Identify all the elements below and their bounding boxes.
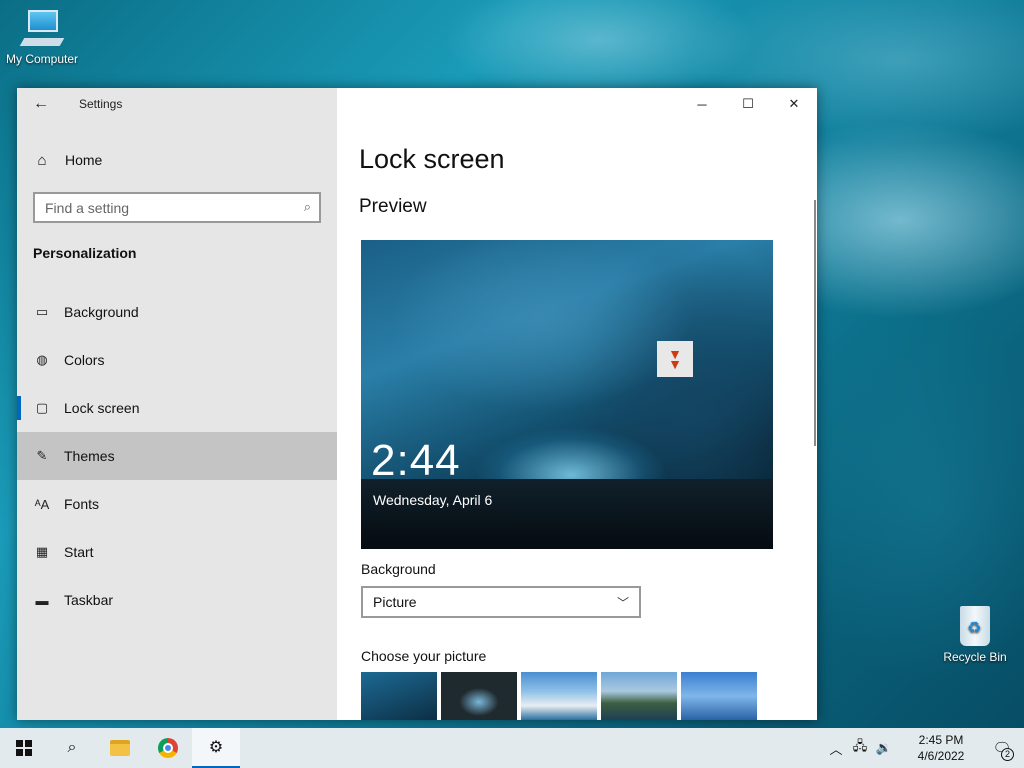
clock-time: 2:45 PM bbox=[918, 733, 964, 747]
minimize-button[interactable]: ─ bbox=[679, 88, 725, 120]
preview-date: Wednesday, April 6 bbox=[373, 492, 493, 508]
volume-icon[interactable]: 🔉 bbox=[872, 740, 896, 756]
notification-badge: 2 bbox=[1001, 748, 1014, 761]
nav-item-lock-screen[interactable]: ▢ Lock screen bbox=[17, 384, 337, 432]
search-box[interactable]: ⌕ bbox=[33, 192, 321, 223]
image-icon: ▭ bbox=[35, 304, 49, 319]
preview-heading: Preview bbox=[359, 196, 427, 217]
desktop-icon-label: My Computer bbox=[5, 52, 79, 66]
desktop-icon-my-computer[interactable]: My Computer bbox=[0, 8, 84, 66]
nav-item-label: Background bbox=[64, 304, 139, 320]
nav-item-colors[interactable]: ◍ Colors bbox=[17, 336, 337, 384]
nav-item-fonts[interactable]: ᴬA Fonts bbox=[17, 480, 337, 528]
nav-item-label: Fonts bbox=[64, 496, 100, 512]
preview-floor bbox=[361, 479, 773, 549]
gear-icon: ⚙ bbox=[208, 739, 224, 756]
nav-item-themes[interactable]: ✎ Themes bbox=[17, 432, 337, 480]
nav-item-label: Lock screen bbox=[64, 400, 140, 416]
download-marker-icon: ▼ ▼ bbox=[657, 341, 693, 377]
palette-icon: ◍ bbox=[36, 352, 48, 367]
nav-item-taskbar[interactable]: ▬ Taskbar bbox=[17, 576, 337, 624]
nav-item-background[interactable]: ▭ Background bbox=[17, 288, 337, 336]
minimize-icon: ─ bbox=[697, 96, 707, 112]
folder-icon bbox=[110, 740, 130, 756]
preview-time: 2:44 bbox=[371, 436, 461, 485]
nav-item-label: Themes bbox=[64, 448, 115, 464]
close-button[interactable]: ✕ bbox=[771, 88, 817, 120]
start-icon: ▦ bbox=[35, 544, 49, 559]
taskbar-chrome[interactable] bbox=[144, 728, 192, 768]
choose-picture-label: Choose your picture bbox=[361, 648, 487, 664]
picture-thumbnail[interactable] bbox=[601, 672, 677, 720]
taskbar-icon: ▬ bbox=[35, 592, 49, 608]
title-bar: ← Settings bbox=[17, 88, 337, 120]
picture-thumbnail[interactable] bbox=[681, 672, 757, 720]
nav-home[interactable]: ⌂ Home bbox=[17, 140, 337, 180]
picture-thumbnail[interactable] bbox=[521, 672, 597, 720]
chrome-icon bbox=[158, 738, 178, 758]
home-icon: ⌂ bbox=[37, 151, 47, 169]
nav-item-label: Colors bbox=[64, 352, 105, 368]
nav-item-label: Taskbar bbox=[64, 592, 114, 608]
system-tray: ︿ 🖧 🔉 2:45 PM 4/6/2022 🗨 2 bbox=[824, 728, 1024, 768]
chevron-up-icon[interactable]: ︿ bbox=[824, 739, 848, 758]
clock-date: 4/6/2022 bbox=[917, 749, 965, 763]
back-arrow-icon: ← bbox=[33, 95, 49, 112]
background-label: Background bbox=[361, 561, 436, 577]
taskbar-search-button[interactable]: ⌕ bbox=[48, 728, 96, 768]
nav-item-start[interactable]: ▦ Start bbox=[17, 528, 337, 576]
picture-thumbnails bbox=[361, 672, 757, 720]
desktop-icon-label: Recycle Bin bbox=[943, 650, 1007, 664]
search-icon: ⌕ bbox=[67, 739, 77, 756]
picture-thumbnail[interactable] bbox=[441, 672, 517, 720]
app-title: Settings bbox=[79, 97, 123, 111]
page-title: Lock screen bbox=[359, 144, 505, 174]
settings-content: ─ ☐ ✕ Lock screen Preview ▼ ▼ 2:44 Wednes… bbox=[337, 88, 817, 720]
nav-item-label: Start bbox=[64, 544, 94, 560]
notification-button[interactable]: 🗨 2 bbox=[980, 728, 1024, 768]
brush-icon: ✎ bbox=[36, 448, 48, 463]
nav-list: ▭ Background ◍ Colors ▢ Lock screen ✎ Th… bbox=[17, 288, 337, 624]
back-button[interactable]: ← bbox=[17, 88, 65, 120]
maximize-icon: ☐ bbox=[742, 96, 754, 111]
chevron-down-icon: ﹀ bbox=[616, 596, 629, 610]
network-icon[interactable]: 🖧 bbox=[848, 737, 872, 759]
computer-icon bbox=[19, 8, 65, 48]
lock-screen-preview: ▼ ▼ 2:44 Wednesday, April 6 bbox=[361, 240, 773, 549]
settings-nav-pane: ← Settings ⌂ Home ⌕ Personalization ▭ Ba… bbox=[17, 88, 337, 720]
desktop-icon-recycle-bin[interactable]: ♻ Recycle Bin bbox=[933, 602, 1017, 664]
background-dropdown[interactable]: Picture ﹀ bbox=[361, 586, 641, 618]
picture-thumbnail[interactable] bbox=[361, 672, 437, 720]
close-icon: ✕ bbox=[788, 96, 800, 111]
content-scrollbar[interactable] bbox=[814, 200, 816, 446]
settings-window: ← Settings ⌂ Home ⌕ Personalization ▭ Ba… bbox=[17, 88, 817, 720]
taskbar-file-explorer[interactable] bbox=[96, 728, 144, 768]
clock[interactable]: 2:45 PM 4/6/2022 bbox=[902, 732, 980, 764]
recycle-bin-icon: ♻ bbox=[957, 602, 993, 646]
lock-screen-icon: ▢ bbox=[35, 400, 49, 415]
section-title: Personalization bbox=[33, 245, 137, 261]
maximize-button[interactable]: ☐ bbox=[725, 88, 771, 120]
font-icon: ᴬA bbox=[34, 496, 50, 512]
search-input[interactable] bbox=[45, 199, 285, 216]
background-dropdown-value: Picture bbox=[373, 594, 417, 610]
taskbar-settings[interactable]: ⚙ bbox=[192, 728, 240, 768]
start-button[interactable] bbox=[0, 728, 48, 768]
taskbar: ⌕ ⚙ ︿ 🖧 🔉 2:45 PM 4/6/2022 🗨 2 bbox=[0, 728, 1024, 768]
windows-logo-icon bbox=[16, 740, 32, 756]
window-caption-buttons: ─ ☐ ✕ bbox=[679, 88, 817, 120]
nav-home-label: Home bbox=[65, 152, 103, 168]
search-icon: ⌕ bbox=[303, 199, 311, 214]
